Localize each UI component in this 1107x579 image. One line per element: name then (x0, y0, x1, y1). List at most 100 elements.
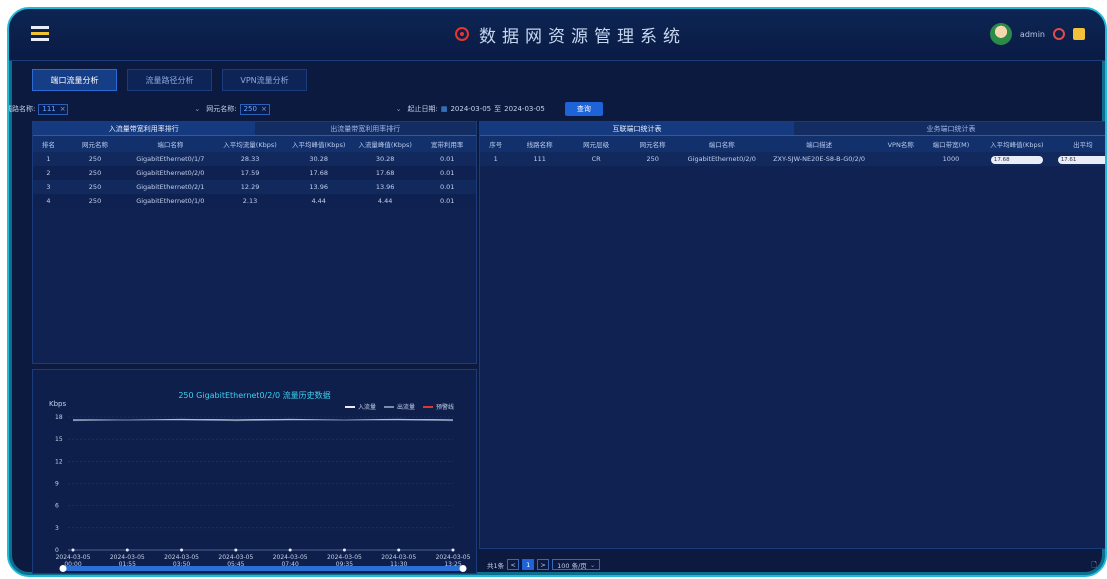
line-label: 线路名称: (7, 105, 36, 113)
table-cell: 2.13 (214, 194, 286, 208)
table-cell: 250 (64, 166, 127, 180)
x-tick-dot (288, 548, 292, 552)
next-page-button[interactable]: > (537, 559, 550, 570)
ranking-panel: 入流量带宽利用率排行 出流量带宽利用率排行 排名 网元名称 端口名称 入平均流量… (32, 121, 477, 364)
table-cell: 4 (33, 194, 64, 208)
tab-out-ranking[interactable]: 出流量带宽利用率排行 (254, 122, 476, 136)
y-tick-label: 3 (55, 525, 59, 532)
tab-path-traffic[interactable]: 流量路径分析 (127, 69, 212, 91)
x-tick-dot (342, 548, 346, 552)
settings-icon[interactable] (1073, 28, 1085, 40)
port-stats-table: 序号 线路名称 网元层级 网元名称 端口名称 端口描述 VPN名称 端口带宽(M… (480, 136, 1105, 166)
x-tick-dot (71, 548, 75, 552)
table-cell: 28.33 (214, 152, 286, 166)
table-row[interactable]: 4 250 GigabitEthernet0/1/0 2.13 4.44 4.44 0.01 (33, 194, 476, 208)
table-row[interactable]: 1 111 CR 250 GigabitEthernet0/2/0 ZXY-SJW-NE2… (480, 152, 1105, 166)
y-tick-label: 12 (55, 458, 63, 465)
x-tick-label: 2024-03-05 (218, 554, 253, 561)
table-row[interactable]: 2 250 GigabitEthernet0/2/0 17.59 17.68 17.68 0… (33, 166, 476, 180)
column-header[interactable]: 端口带宽(M) (925, 136, 977, 152)
column-header[interactable]: 网元名称 (64, 136, 127, 152)
column-header[interactable]: 端口名称 (680, 136, 763, 152)
table-cell: 250 (64, 152, 127, 166)
date-end[interactable]: 2024-03-05 (504, 105, 545, 113)
y-tick-label: 9 (55, 481, 59, 488)
export-icon[interactable]: 🗋 (1091, 561, 1097, 572)
date-start[interactable]: 2024-03-05 (450, 105, 491, 113)
query-button[interactable]: 查询 (564, 102, 603, 116)
line-select[interactable]: 111 × (38, 103, 69, 115)
prev-page-button[interactable]: < (507, 559, 520, 570)
app-frame: 数据网资源管理系统 admin 端口流量分析 流量路径分析 VPN流量分析 线路… (7, 7, 1107, 577)
table-row[interactable]: 1 250 GigabitEthernet0/1/7 28.33 30.28 30.28 0… (33, 152, 476, 166)
column-header[interactable]: 入平均峰值(Kbps) (285, 136, 352, 152)
x-tick-dot (234, 548, 238, 552)
x-tick-label: 2024-03-05 (56, 554, 91, 561)
avatar[interactable] (989, 23, 1012, 45)
x-tick-label: 2024-03-05 (436, 554, 471, 561)
column-header[interactable]: 序号 (480, 136, 512, 152)
table-cell: 13.96 (285, 180, 352, 194)
x-tick-dot (180, 548, 184, 552)
column-header[interactable]: VPN名称 (875, 136, 926, 152)
ne-label: 网元名称: (206, 105, 237, 113)
x-tick-label: 2024-03-05 (164, 554, 199, 561)
table-cell: 4.44 (285, 194, 352, 208)
top-bar: 数据网资源管理系统 admin (9, 9, 1105, 61)
tab-port-traffic[interactable]: 端口流量分析 (32, 69, 117, 91)
clock-icon[interactable] (1053, 28, 1065, 40)
x-tick-label: 2024-03-05 (381, 554, 416, 561)
table-cell: 12.29 (214, 180, 286, 194)
table-cell: CR (567, 152, 625, 166)
table-cell: 1 (33, 152, 64, 166)
column-header[interactable]: 入平均峰值(Kbps) (976, 136, 1058, 152)
zoom-handle-left[interactable] (59, 565, 67, 572)
traffic-bar: 17.61 (1057, 155, 1105, 164)
table-cell: 13.96 (351, 180, 419, 194)
column-header[interactable]: 端口描述 (762, 136, 876, 152)
username[interactable]: admin (1020, 30, 1045, 39)
table-cell: 111 (511, 152, 568, 166)
x-tick-label: 2024-03-05 (273, 554, 308, 561)
table-cell: 30.28 (285, 152, 352, 166)
table-cell: 4.44 (351, 194, 419, 208)
table-cell: GigabitEthernet0/2/1 (126, 180, 215, 194)
table-cell: 2 (33, 166, 64, 180)
table-cell: GigabitEthernet0/1/7 (126, 152, 215, 166)
menu-icon[interactable] (31, 26, 49, 44)
column-header[interactable]: 排名 (33, 136, 64, 152)
ne-select[interactable]: 250 × (239, 103, 270, 115)
column-header[interactable]: 入流量峰值(Kbps) (351, 136, 419, 152)
port-stats-panel: 互联端口统计表 业务端口统计表 序号 线路名称 网元层级 网元名称 端口名称 端… (479, 121, 1105, 549)
zoom-handle-right[interactable] (459, 565, 467, 572)
x-tick-label: 2024-03-05 (110, 554, 145, 561)
y-tick-label: 0 (55, 547, 59, 554)
table-row[interactable]: 3 250 GigabitEthernet0/2/1 12.29 13.96 13.96 0… (33, 180, 476, 194)
tab-vpn-traffic[interactable]: VPN流量分析 (222, 69, 307, 91)
tab-interconnect-ports[interactable]: 互联端口统计表 (480, 122, 794, 136)
traffic-chart: Kbps03691215182024-03-0500:002024-03-050… (49, 400, 471, 572)
table-cell: 17.59 (214, 166, 286, 180)
column-header[interactable]: 宽带利用率 (418, 136, 476, 152)
table-cell: 250 (64, 180, 127, 194)
page-size-select[interactable]: 100 条/页 ⌄ (552, 559, 601, 570)
x-tick-dot (397, 548, 401, 552)
table-cell: 17.61 (1057, 152, 1105, 166)
column-header[interactable]: 网元层级 (567, 136, 625, 152)
column-header[interactable]: 出平均 (1057, 136, 1105, 152)
column-header[interactable]: 端口名称 (126, 136, 215, 152)
table-cell: 1 (480, 152, 512, 166)
column-header[interactable]: 入平均流量(Kbps) (214, 136, 286, 152)
y-axis-unit: Kbps (49, 400, 66, 408)
chevron-down-icon[interactable]: ⌄ (396, 105, 402, 113)
column-header[interactable]: 网元名称 (624, 136, 681, 152)
page-number[interactable]: 1 (522, 559, 535, 570)
tab-service-ports[interactable]: 业务端口统计表 (794, 122, 1105, 136)
series-line (72, 419, 454, 422)
column-header[interactable]: 线路名称 (511, 136, 568, 152)
tab-in-ranking[interactable]: 入流量带宽利用率排行 (33, 122, 255, 136)
x-tick-label: 2024-03-05 (327, 554, 362, 561)
chevron-down-icon[interactable]: ⌄ (194, 105, 200, 113)
table-cell: 0.01 (418, 166, 476, 180)
x-tick-dot (125, 548, 129, 552)
